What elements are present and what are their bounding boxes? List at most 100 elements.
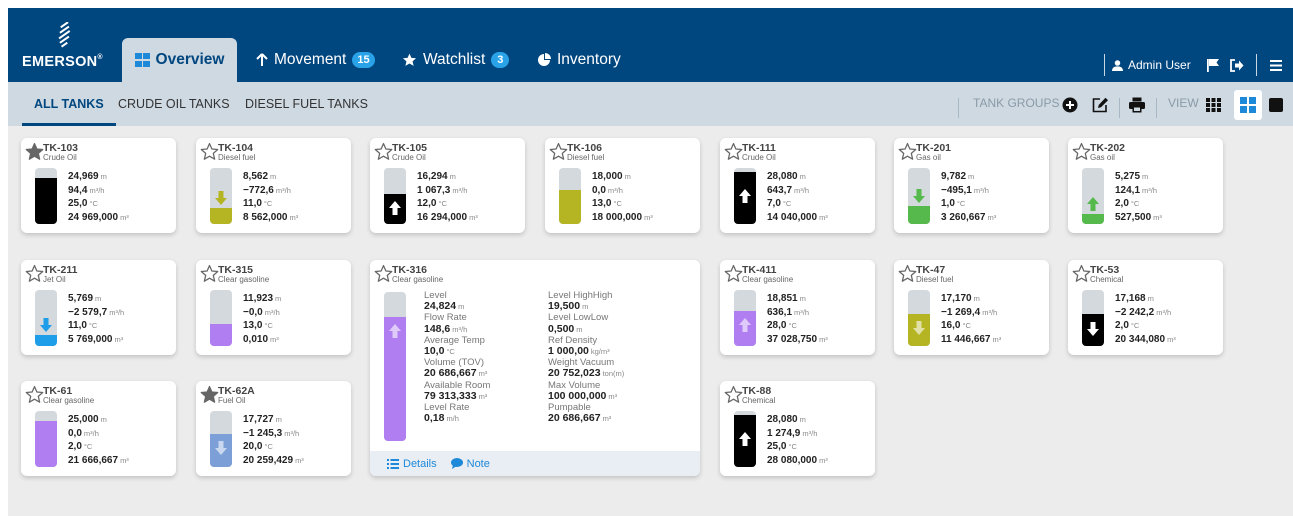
hamburger-menu-button[interactable] — [1270, 52, 1282, 78]
pie-chart-icon — [538, 53, 551, 66]
tank-card[interactable]: TK-103 Crude Oil 24,969 m 94,4 m³/h 25,0 °C 24 9… — [21, 138, 176, 233]
tank-reading: 28,080 m — [767, 170, 828, 184]
reading-unit: m³ — [289, 212, 299, 222]
details-link[interactable]: Details — [387, 458, 437, 470]
tank-reading: 24 969,000 m³ — [68, 211, 129, 225]
favorite-star-button[interactable] — [374, 142, 393, 161]
tank-card[interactable]: TK-211 Jet Oil 5,769 m −2 579,7 m³/h 11,0 °C 5 7… — [21, 260, 176, 355]
flag-button[interactable] — [1206, 52, 1220, 78]
star-outline-icon — [25, 264, 44, 282]
star-outline-icon — [1072, 264, 1091, 282]
tank-card[interactable]: TK-105 Crude Oil 16,294 m 1 067,3 m³/h 12,0 °C 1… — [370, 138, 525, 233]
tab-overview[interactable]: Overview — [122, 38, 237, 82]
tank-gauge — [35, 290, 57, 346]
favorite-star-button[interactable] — [25, 142, 44, 161]
user-name: Admin User — [1128, 58, 1191, 72]
reading-unit: m³ — [644, 212, 653, 222]
tank-card[interactable]: TK-47 Diesel fuel 17,170 m −1 269,4 m³/h 16,0 °… — [894, 260, 1049, 355]
tab-diesel-fuel-tanks[interactable]: DIESEL FUEL TANKS — [245, 82, 368, 126]
favorite-star-button[interactable] — [898, 142, 917, 161]
print-button[interactable] — [1128, 96, 1146, 114]
user-menu[interactable]: Admin User — [1112, 52, 1191, 78]
arrow-down-icon — [215, 190, 227, 205]
favorite-star-button[interactable] — [724, 385, 743, 404]
reading-unit: m³ — [295, 455, 304, 465]
favorite-star-button[interactable] — [25, 264, 44, 283]
tank-product: Diesel fuel — [218, 153, 256, 162]
reading-value: 24 969,000 — [68, 211, 119, 223]
reading-value: 643,7 — [767, 184, 793, 196]
reading-value: 16,0 — [941, 320, 961, 331]
add-tank-group-button[interactable] — [1061, 96, 1079, 114]
favorite-star-button[interactable] — [724, 142, 743, 161]
tab-watchlist[interactable]: Watchlist 3 — [402, 38, 510, 82]
tab-label: Overview — [155, 51, 225, 68]
reading-value: 16,294 — [417, 171, 448, 182]
note-link[interactable]: Note — [450, 458, 490, 470]
tab-label: Movement — [274, 51, 347, 68]
tank-card[interactable]: TK-88 Chemical 28,080 m 1 274,9 m³/h 25,0 °C 28 … — [720, 381, 875, 476]
reading-unit: °C — [264, 442, 273, 451]
reading-unit: m³/h — [89, 185, 105, 195]
grid-view-button[interactable] — [1204, 96, 1222, 114]
favorite-star-button[interactable] — [549, 142, 568, 161]
tank-card[interactable]: TK-53 Chemical 17,168 m −2 242,2 m³/h 2,0 °C 20 … — [1068, 260, 1223, 355]
tile-view-button[interactable] — [1234, 90, 1262, 120]
tank-reading: 11 446,667 m³ — [941, 333, 1001, 347]
tank-gauge — [384, 168, 406, 224]
reading-unit: m³/h — [83, 428, 99, 438]
tab-crude-oil-tanks[interactable]: CRUDE OIL TANKS — [118, 82, 230, 126]
tank-product: Diesel fuel — [567, 153, 605, 162]
star-outline-icon — [25, 385, 44, 403]
favorite-star-button[interactable] — [200, 264, 219, 283]
tank-groups-label: TANK GROUPS — [973, 96, 1060, 110]
tank-card[interactable]: TK-315 Clear gasoline 11,923 m −0,0 m³/h 13,0 °… — [196, 260, 351, 355]
favorite-star-button[interactable] — [898, 264, 917, 283]
tank-reading: 20,0 °C — [243, 440, 304, 454]
edit-icon — [1092, 97, 1108, 113]
tank-reading: −0,0 m³/h — [243, 306, 281, 320]
tank-card[interactable]: TK-61 Clear gasoline 25,000 m 0,0 m³/h 2,0 °C 21… — [21, 381, 176, 476]
favorite-star-icon[interactable] — [374, 264, 393, 283]
flag-icon — [1207, 59, 1219, 72]
tank-readings: 17,727 m −1 245,3 m³/h 20,0 °C 20 259,429 m³ — [243, 413, 304, 467]
arrow-down-icon — [1087, 322, 1099, 337]
reading-unit: m³/h — [109, 307, 125, 317]
tank-card[interactable]: TK-201 Gas oil 9,782 m −495,1 m³/h 1,0 °C 3 260,… — [894, 138, 1049, 233]
tank-reading: 11,0 °C — [68, 319, 124, 333]
tab-inventory[interactable]: Inventory — [537, 38, 621, 82]
favorite-star-button[interactable] — [1072, 264, 1091, 283]
reading-value: 11,0 — [68, 320, 87, 331]
tank-readings: 24,969 m 94,4 m³/h 25,0 °C 24 969,000 m³ — [68, 170, 129, 224]
reading-value: 21 666,667 — [68, 454, 119, 466]
reading-value: 527,500 — [1115, 211, 1152, 223]
tank-product: Crude Oil — [742, 153, 776, 162]
tank-reading: −1 245,3 m³/h — [243, 427, 304, 441]
favorite-star-button[interactable] — [200, 142, 219, 161]
edit-tank-group-button[interactable] — [1091, 96, 1109, 114]
tank-card[interactable]: TK-62A Fuel Oil 17,727 m −1 245,3 m³/h 20,0 °C 2… — [196, 381, 351, 476]
emerson-logo[interactable]: EMERSON® — [22, 22, 108, 72]
reading-unit: m — [100, 172, 107, 181]
reading-value: 1,0 — [941, 198, 955, 209]
tank-reading: 1,0 °C — [941, 197, 996, 211]
tab-movement[interactable]: Movement 15 — [256, 38, 375, 82]
favorite-star-button[interactable] — [25, 385, 44, 404]
tank-card[interactable]: TK-411 Clear gasoline 18,851 m 636,1 m³/h 28,0… — [720, 260, 875, 355]
detail-number: 10,0 — [424, 345, 445, 358]
detail-unit: kg/m³ — [590, 347, 610, 357]
favorite-star-button[interactable] — [724, 264, 743, 283]
reading-unit: m — [270, 172, 277, 181]
tank-card[interactable]: TK-104 Diesel fuel 8,562 m −772,6 m³/h 11,0 °C 8… — [196, 138, 351, 233]
sign-out-button[interactable] — [1230, 52, 1244, 78]
tank-card-expanded[interactable]: TK-316 Clear gasoline Level 24,824 m Flow R… — [370, 260, 700, 476]
single-view-button[interactable] — [1267, 96, 1285, 114]
tank-card[interactable]: TK-111 Crude Oil 28,080 m 643,7 m³/h 7,0 °C 14 0… — [720, 138, 875, 233]
tank-card[interactable]: TK-202 Gas oil 5,275 m 124,1 m³/h 2,0 °C 527,500… — [1068, 138, 1223, 233]
favorite-star-button[interactable] — [1072, 142, 1091, 161]
tank-card[interactable]: TK-106 Diesel fuel 18,000 m 0,0 m³/h 13,0 °C 18 … — [545, 138, 700, 233]
arrow-down-icon — [40, 318, 52, 333]
favorite-star-button[interactable] — [200, 385, 219, 404]
tab-all-tanks[interactable]: ALL TANKS — [22, 82, 116, 126]
star-outline-icon — [1072, 142, 1091, 160]
